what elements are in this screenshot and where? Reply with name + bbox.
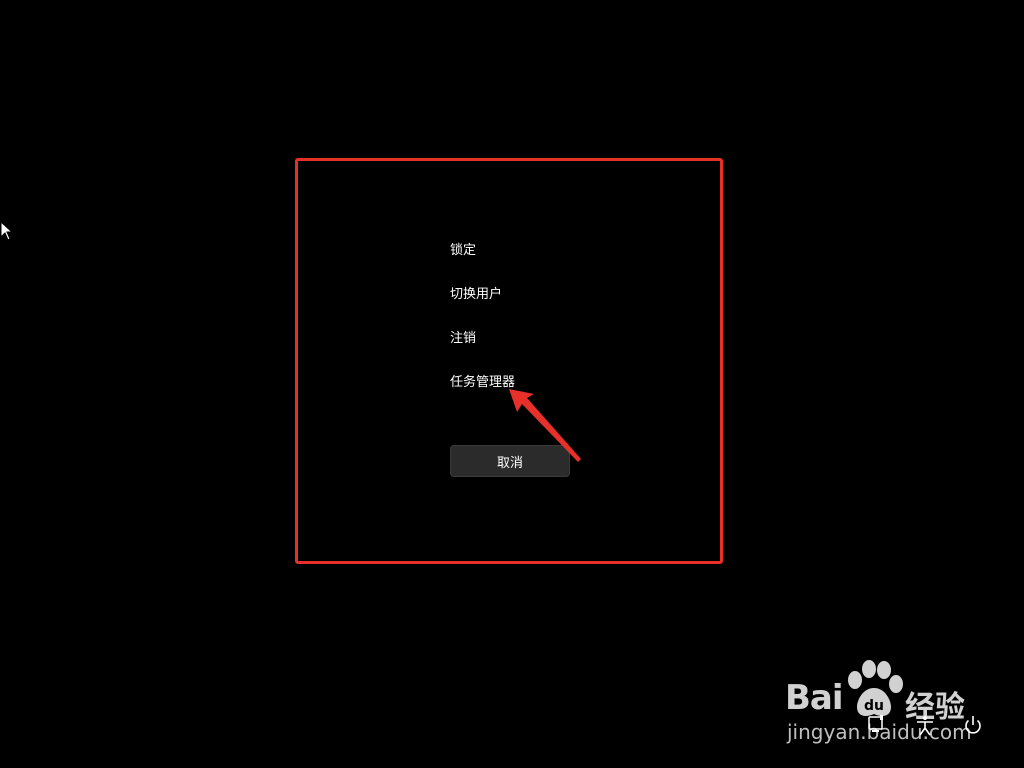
power-icon[interactable] [962, 714, 984, 736]
watermark-brand: Bai [785, 678, 844, 718]
accessibility-icon[interactable] [914, 714, 936, 736]
menu-item-task-manager[interactable]: 任务管理器 [450, 373, 515, 393]
svg-text:du: du [864, 698, 884, 714]
mouse-pointer-icon [0, 221, 14, 241]
ctrl-alt-del-screen: 锁定 切换用户 注销 任务管理器 取消 du Bai 经验 jingyan.ba… [0, 0, 1024, 768]
menu-item-switch-user[interactable]: 切换用户 [450, 285, 502, 305]
network-icon[interactable] [866, 714, 888, 736]
annotation-highlight-box [295, 158, 723, 564]
system-icons-tray [866, 714, 986, 740]
cancel-button[interactable]: 取消 [450, 445, 570, 477]
menu-item-lock[interactable]: 锁定 [450, 241, 476, 261]
menu-item-sign-out[interactable]: 注销 [450, 329, 476, 349]
paw-logo-icon: du [848, 660, 903, 716]
